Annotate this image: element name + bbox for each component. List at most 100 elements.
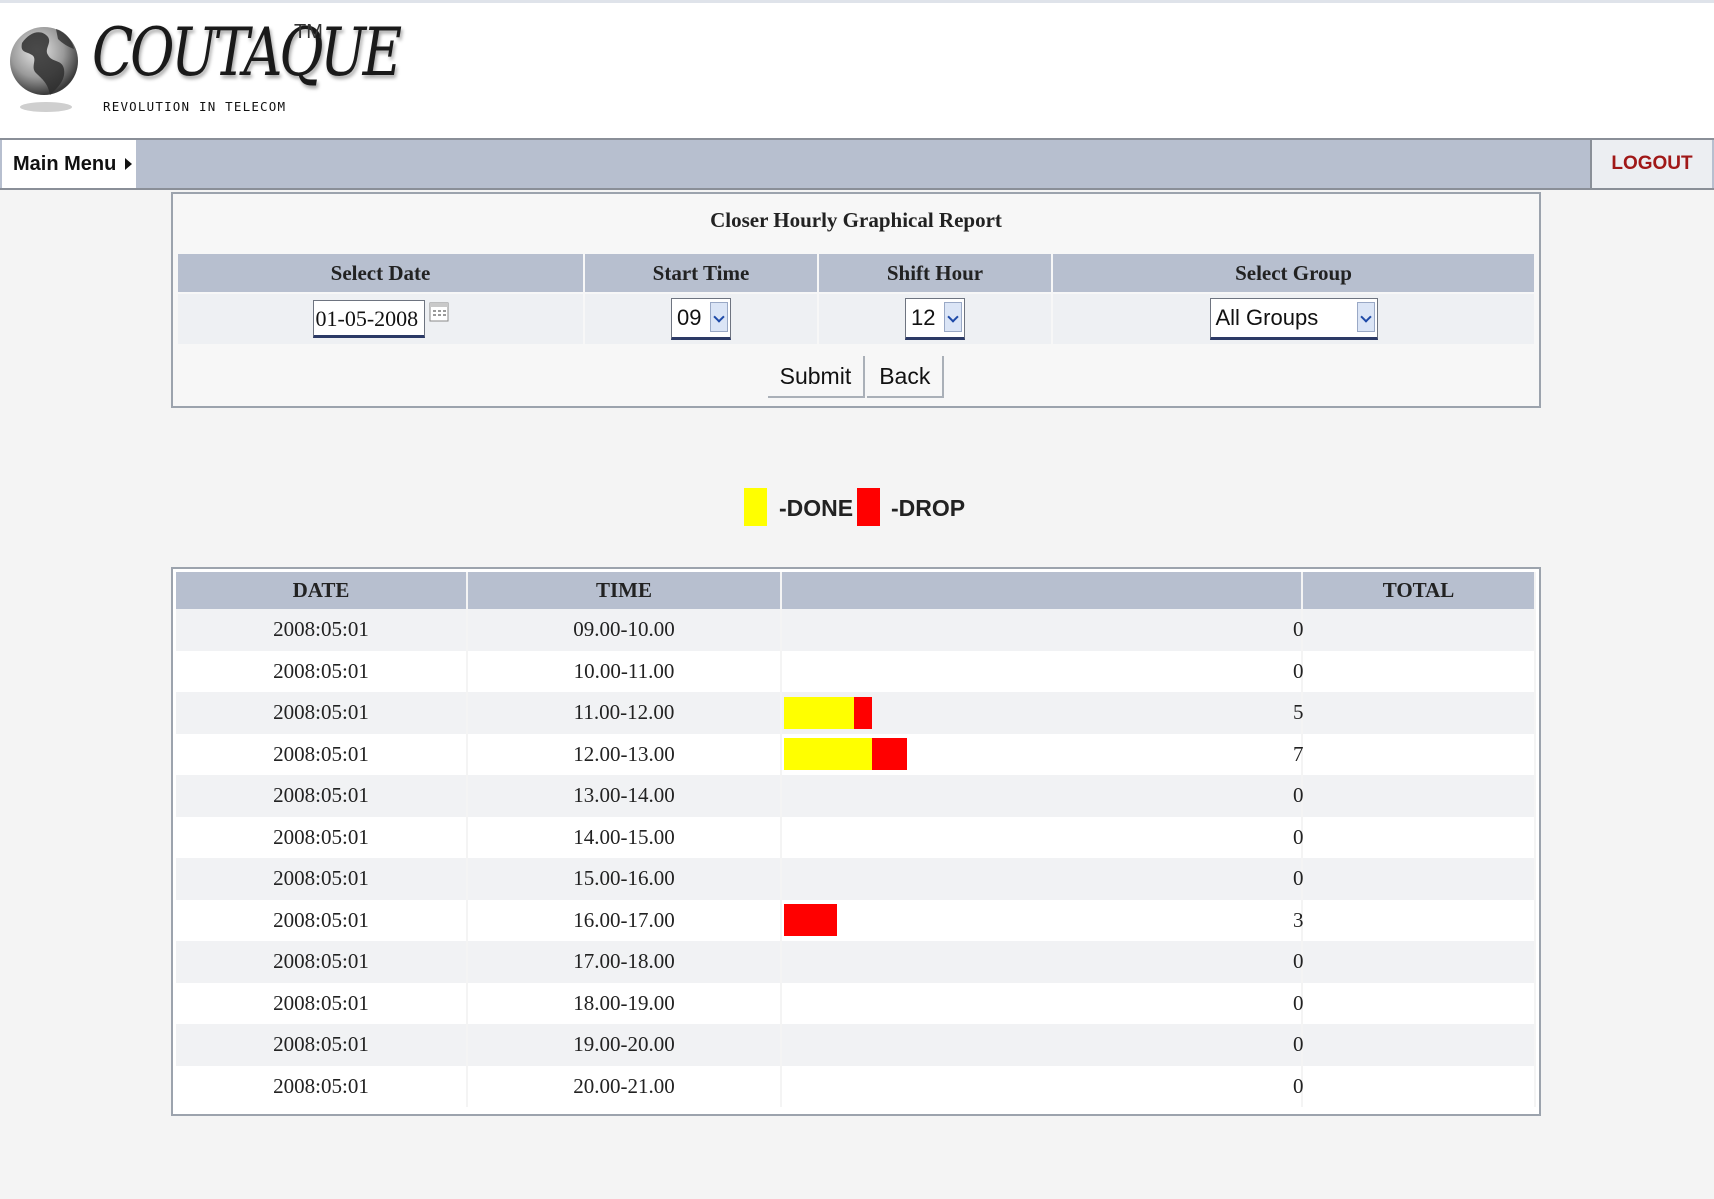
legend-done-swatch	[744, 488, 767, 526]
table-row: 2008:05:01 09.00-10.00 0	[176, 609, 1536, 651]
start-time-value: 09	[677, 305, 702, 330]
total-value: 0	[1293, 949, 1304, 974]
total-cell: 0	[1293, 941, 1536, 983]
total-cell: 0	[1293, 1024, 1536, 1066]
shift-hour-cell: 12	[819, 294, 1051, 344]
filter-table: Select Date Start Time Shift Hour Select…	[176, 252, 1536, 346]
date-cell: 2008:05:01	[176, 1065, 468, 1107]
date-cell: 2008:05:01	[176, 609, 468, 651]
date-cell: 2008:05:01	[176, 858, 468, 900]
total-cell: 0	[1293, 609, 1536, 651]
bar-track	[782, 904, 1301, 937]
table-row: 2008:05:01 11.00-12.00 5	[176, 692, 1536, 734]
date-cell: 2008:05:01	[176, 1024, 468, 1066]
start-time-select[interactable]: 09	[671, 298, 731, 340]
bar-track	[782, 738, 1301, 771]
done-bar	[784, 738, 872, 771]
table-row: 2008:05:01 16.00-17.00 3	[176, 899, 1536, 941]
date-cell: 2008:05:01	[176, 816, 468, 858]
date-cell: 01-05-2008	[178, 294, 583, 344]
bar-track	[782, 863, 1301, 895]
bar-track	[782, 780, 1301, 812]
total-cell: 0	[1293, 858, 1536, 900]
main-menu-label: Main Menu	[13, 153, 117, 175]
date-cell: 2008:05:01	[176, 650, 468, 692]
drop-bar	[784, 904, 837, 937]
date-column-header: DATE	[176, 572, 468, 609]
total-column-header: TOTAL	[1302, 572, 1536, 609]
total-cell: 3	[1293, 899, 1536, 941]
table-row: 2008:05:01 17.00-18.00 0	[176, 941, 1536, 983]
back-button[interactable]: Back	[867, 356, 945, 398]
total-value: 0	[1293, 617, 1304, 642]
trademark-mark: TM	[294, 21, 323, 43]
time-cell: 14.00-15.00	[467, 816, 782, 858]
chevron-down-icon[interactable]	[1356, 302, 1375, 332]
chevron-right-icon	[125, 158, 132, 170]
shift-hour-value: 12	[911, 305, 936, 330]
brand-tagline: REVOLUTION IN TELECOM	[103, 99, 287, 114]
time-cell: 09.00-10.00	[467, 609, 782, 651]
date-cell: 2008:05:01	[176, 941, 468, 983]
form-buttons: Submit Back	[173, 356, 1539, 398]
table-row: 2008:05:01 14.00-15.00 0	[176, 816, 1536, 858]
total-value: 5	[1293, 700, 1304, 725]
total-value: 3	[1293, 907, 1304, 932]
chevron-down-icon[interactable]	[710, 302, 728, 332]
bar-cell	[781, 899, 1303, 941]
total-cell: 0	[1293, 982, 1536, 1024]
date-cell: 2008:05:01	[176, 775, 468, 817]
bar-track	[782, 696, 1301, 729]
bar-column-header	[781, 572, 1303, 609]
total-value: 0	[1293, 1032, 1304, 1057]
table-row: 2008:05:01 12.00-13.00 7	[176, 733, 1536, 775]
chevron-down-icon[interactable]	[944, 302, 962, 332]
main-menu-button[interactable]: Main Menu	[2, 140, 136, 188]
submit-button[interactable]: Submit	[767, 356, 866, 398]
start-time-header: Start Time	[585, 254, 817, 292]
total-value: 0	[1293, 1073, 1304, 1098]
group-select[interactable]: All Groups	[1209, 298, 1378, 340]
done-bar	[784, 696, 854, 729]
table-row: 2008:05:01 20.00-21.00 0	[176, 1065, 1536, 1107]
total-value: 0	[1293, 824, 1304, 849]
drop-bar	[871, 738, 907, 771]
hourly-report-table: DATE TIME TOTAL 2008:05:01 09.00-10.00 0 20…	[176, 572, 1536, 1107]
time-cell: 16.00-17.00	[467, 899, 782, 941]
header: COUTAQUE TM REVOLUTION IN TELECOM	[0, 0, 1714, 138]
date-input[interactable]: 01-05-2008	[312, 300, 425, 338]
bar-cell	[781, 982, 1303, 1024]
date-cell: 2008:05:01	[176, 982, 468, 1024]
bar-track	[782, 614, 1301, 646]
bar-track	[782, 1070, 1301, 1102]
total-cell: 0	[1293, 816, 1536, 858]
logout-button[interactable]: LOGOUT	[1590, 140, 1712, 188]
total-value: 0	[1293, 783, 1304, 808]
drop-bar	[854, 696, 872, 729]
table-row: 2008:05:01 19.00-20.00 0	[176, 1024, 1536, 1066]
total-value: 0	[1293, 658, 1304, 683]
bar-track	[782, 987, 1301, 1019]
table-row: 2008:05:01 18.00-19.00 0	[176, 982, 1536, 1024]
calendar-icon[interactable]	[429, 300, 449, 322]
total-value: 7	[1293, 741, 1304, 766]
bar-cell	[781, 1065, 1303, 1107]
group-value: All Groups	[1215, 305, 1319, 330]
time-cell: 10.00-11.00	[467, 650, 782, 692]
bar-cell	[781, 650, 1303, 692]
bar-cell	[781, 733, 1303, 775]
bar-cell	[781, 692, 1303, 734]
select-date-header: Select Date	[178, 254, 583, 292]
bar-cell	[781, 775, 1303, 817]
shift-hour-select[interactable]: 12	[905, 298, 965, 340]
total-cell: 0	[1293, 650, 1536, 692]
total-value: 0	[1293, 866, 1304, 891]
time-column-header: TIME	[467, 572, 782, 609]
total-cell: 5	[1293, 692, 1536, 734]
globe-logo-icon	[10, 27, 78, 112]
time-cell: 20.00-21.00	[467, 1065, 782, 1107]
bar-track	[782, 1029, 1301, 1061]
nav-bar: Main Menu LOGOUT	[0, 138, 1714, 190]
table-row: 2008:05:01 10.00-11.00 0	[176, 650, 1536, 692]
total-value: 0	[1293, 990, 1304, 1015]
